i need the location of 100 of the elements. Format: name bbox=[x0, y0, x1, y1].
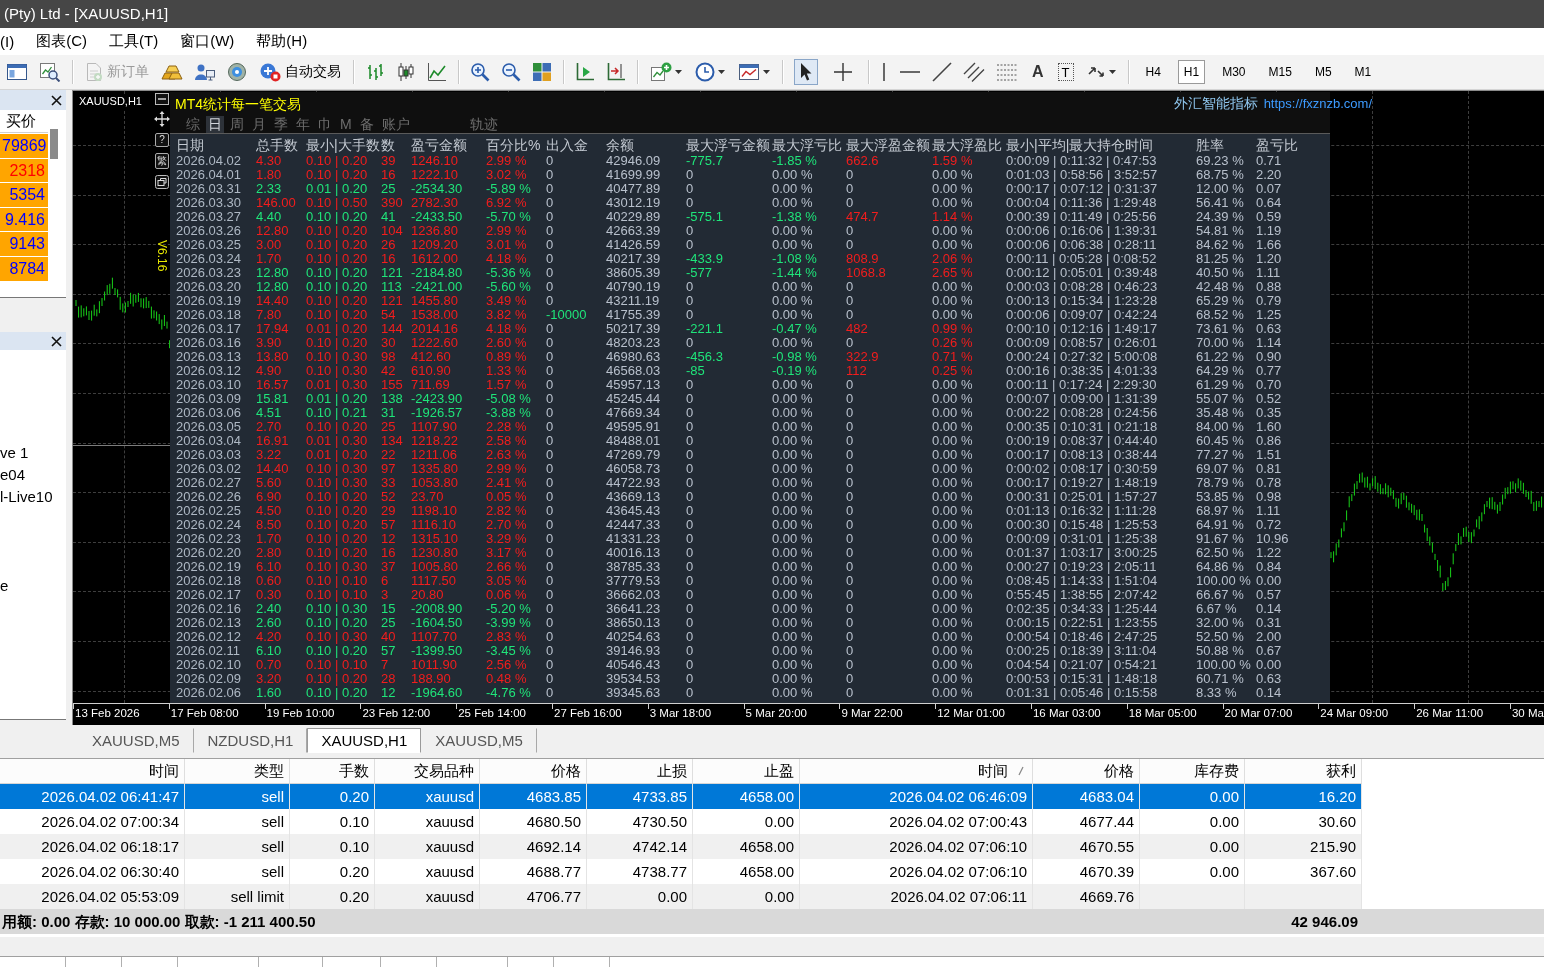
person-screen-icon[interactable] bbox=[194, 62, 216, 82]
period-tab[interactable]: 巾 bbox=[316, 116, 334, 133]
stat-value: 0.81 bbox=[1256, 462, 1282, 476]
stat-value: 0 bbox=[846, 588, 854, 602]
vertical-line-icon[interactable] bbox=[880, 62, 888, 82]
ingots-icon[interactable] bbox=[161, 62, 183, 82]
column-header[interactable]: 止损 bbox=[587, 759, 693, 784]
chart-shift-icon[interactable] bbox=[606, 62, 626, 82]
stat-value: 3.17 % bbox=[486, 546, 527, 560]
stat-value: 0.00 % bbox=[932, 560, 973, 574]
auto-trading-button[interactable]: 自动交易 bbox=[258, 59, 342, 85]
stat-value: 610.90 bbox=[411, 364, 451, 378]
language-button[interactable]: 繁 bbox=[155, 153, 169, 169]
website-link[interactable]: https://fxznzb.com/ bbox=[1263, 95, 1372, 112]
period-tab[interactable]: 账户 bbox=[379, 116, 412, 133]
cursor-button[interactable] bbox=[794, 59, 818, 85]
column-header[interactable]: 价格 bbox=[480, 759, 587, 784]
menu-item[interactable]: 窗口(W) bbox=[180, 32, 235, 51]
period-tab[interactable]: 周 bbox=[228, 116, 246, 133]
stat-value: -2423.90 bbox=[411, 392, 463, 406]
chart-magnifier-icon[interactable] bbox=[39, 62, 61, 82]
close-icon[interactable] bbox=[51, 335, 62, 347]
column-header[interactable]: 库存费 bbox=[1140, 759, 1245, 784]
table-row[interactable]: 2026.04.02 06:41:47 sell 0.20 xauusd 4683.85 4733.85 4658.00 2026.04.02 06:46:09 4683.04 0.00 16.20 bbox=[0, 784, 1362, 809]
chart-tab[interactable]: XAUUSD,M5 bbox=[421, 728, 537, 753]
column-header[interactable]: 获利 bbox=[1245, 759, 1362, 784]
chart-tab[interactable]: XAUUSD,H1 bbox=[307, 728, 422, 753]
column-header[interactable]: 交易品种 bbox=[375, 759, 480, 784]
column-header[interactable]: 手数 bbox=[290, 759, 375, 784]
column-header[interactable]: 价格 bbox=[1033, 759, 1140, 784]
window-icon[interactable] bbox=[6, 62, 28, 82]
stat-value: 1107.70 bbox=[411, 630, 458, 644]
period-tab[interactable]: 综 bbox=[184, 116, 202, 133]
minimize-icon[interactable] bbox=[155, 93, 169, 105]
stat-value: 1068.8 bbox=[846, 266, 886, 280]
horizontal-line-icon[interactable] bbox=[899, 70, 921, 74]
tree-item[interactable]: l-Live10 bbox=[0, 486, 53, 508]
stat-value: 0 bbox=[546, 280, 554, 294]
scroll-thumb[interactable] bbox=[50, 129, 58, 159]
bar-chart-icon[interactable] bbox=[365, 62, 385, 82]
timeframe-button[interactable]: M15 bbox=[1262, 60, 1298, 84]
timeframe-button[interactable]: M1 bbox=[1348, 60, 1378, 84]
stat-value: 2.56 % bbox=[486, 658, 527, 672]
column-header[interactable]: 时间 bbox=[0, 759, 185, 784]
stat-value: 0 bbox=[846, 602, 854, 616]
stat-value: 53.85 % bbox=[1196, 490, 1244, 504]
period-tab[interactable]: 月 bbox=[250, 116, 268, 133]
stat-value: 1116.10 bbox=[411, 518, 457, 532]
close-icon[interactable] bbox=[51, 94, 62, 106]
zoom-out-icon[interactable] bbox=[501, 62, 521, 82]
parallel-lines-icon[interactable] bbox=[963, 62, 985, 82]
column-header[interactable]: 时间 bbox=[800, 759, 1033, 784]
stat-value: 0.71 bbox=[1256, 154, 1282, 168]
tree-item[interactable]: ve 1 bbox=[0, 442, 29, 464]
period-tab[interactable]: 轨迹 bbox=[467, 116, 500, 133]
stat-value: 1211.06 bbox=[411, 448, 458, 462]
stat-value: 0 bbox=[846, 560, 854, 574]
sort-icon bbox=[1018, 766, 1024, 776]
timeframe-button[interactable]: M5 bbox=[1308, 60, 1338, 84]
column-header: 数 bbox=[381, 137, 395, 154]
timeframe-button[interactable]: H4 bbox=[1139, 60, 1167, 84]
tree-item[interactable]: e04 bbox=[0, 464, 26, 486]
chart-tab[interactable]: XAUUSD,M5 bbox=[78, 728, 194, 753]
restore-icon[interactable] bbox=[155, 175, 169, 189]
stat-value: 0 bbox=[846, 686, 854, 700]
zoom-in-icon[interactable] bbox=[470, 62, 490, 82]
stat-value: 0 bbox=[686, 448, 694, 462]
candlestick-icon[interactable] bbox=[396, 62, 416, 82]
target-icon[interactable] bbox=[227, 62, 247, 82]
tree-item[interactable]: e bbox=[0, 575, 9, 597]
timeframe-button[interactable]: M30 bbox=[1216, 60, 1252, 84]
menu-item[interactable]: 图表(C) bbox=[36, 32, 87, 51]
stat-value: 0 bbox=[546, 434, 554, 448]
chart-play-icon[interactable] bbox=[575, 62, 595, 82]
text-label-button[interactable]: T bbox=[1057, 63, 1074, 81]
dotted-lines-icon[interactable] bbox=[996, 63, 1018, 81]
menu-item[interactable]: 工具(T) bbox=[109, 32, 159, 51]
period-tab[interactable]: M bbox=[338, 116, 354, 133]
table-row[interactable]: 2026.04.02 06:18:17 sell 0.10 xauusd 4692.14 4742.14 4658.00 2026.04.02 07:06:10 4670.55 0.00 215.90 bbox=[0, 834, 1362, 859]
table-row[interactable]: 2026.04.02 05:53:09 sell limit 0.20 xauusd 4706.77 0.00 0.00 2026.04.02 07:06:11 4669.76 bbox=[0, 884, 1362, 909]
period-tab[interactable]: 备 bbox=[357, 116, 376, 133]
stat-value: 45245.44 bbox=[606, 392, 661, 406]
stat-value: -221.1 bbox=[686, 322, 723, 336]
trend-line-icon[interactable] bbox=[932, 62, 952, 82]
menu-item[interactable]: 帮助(H) bbox=[256, 32, 308, 51]
stat-value: 0.00 % bbox=[932, 644, 973, 658]
text-tool-button[interactable]: A bbox=[1029, 59, 1047, 85]
stat-value: -577 bbox=[686, 266, 713, 280]
column-header[interactable]: 类型 bbox=[185, 759, 290, 784]
move-icon[interactable] bbox=[154, 111, 170, 127]
period-tab[interactable]: 季 bbox=[272, 116, 290, 133]
help-button[interactable]: ? bbox=[155, 133, 169, 147]
timeframe-button[interactable]: H1 bbox=[1177, 60, 1206, 84]
column-header[interactable]: 止盈 bbox=[693, 759, 800, 784]
menu-item[interactable]: (I) bbox=[0, 33, 15, 50]
tile-windows-icon[interactable] bbox=[532, 62, 552, 82]
period-tab[interactable]: 日 bbox=[206, 116, 224, 133]
line-chart-icon[interactable] bbox=[427, 62, 447, 82]
period-tab[interactable]: 年 bbox=[294, 116, 312, 133]
bid-price: 2318 bbox=[0, 158, 48, 183]
